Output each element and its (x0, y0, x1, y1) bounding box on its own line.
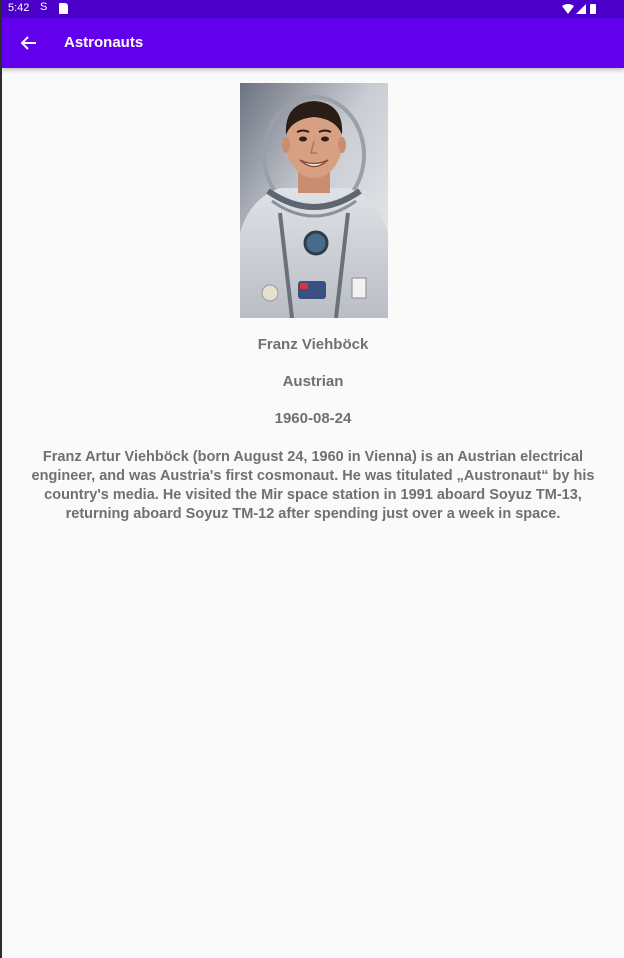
sd-card-icon (59, 3, 68, 14)
astronaut-date-of-birth: 1960-08-24 (274, 410, 352, 427)
status-bar: 5:42 S (2, 0, 624, 18)
astronaut-bio: Franz Artur Viehböck (born August 24, 19… (31, 449, 595, 522)
s-notification-icon: S (40, 1, 48, 13)
arrow-left-icon (21, 36, 36, 50)
app-screen: 5:42 S Astronauts Franz Viehböck Austria… (2, 0, 624, 958)
app-bar: Astronauts (2, 18, 624, 68)
status-time: 5:42 (8, 2, 30, 14)
signal-icon (576, 4, 586, 14)
battery-icon (590, 4, 596, 14)
astronaut-name: Franz Viehböck (257, 336, 369, 353)
astronaut-nationality: Austrian (282, 373, 344, 390)
wifi-icon (562, 4, 574, 14)
status-icons (562, 3, 606, 15)
back-button[interactable] (16, 30, 42, 56)
app-title: Astronauts (64, 34, 144, 51)
astronaut-photo (240, 83, 388, 318)
